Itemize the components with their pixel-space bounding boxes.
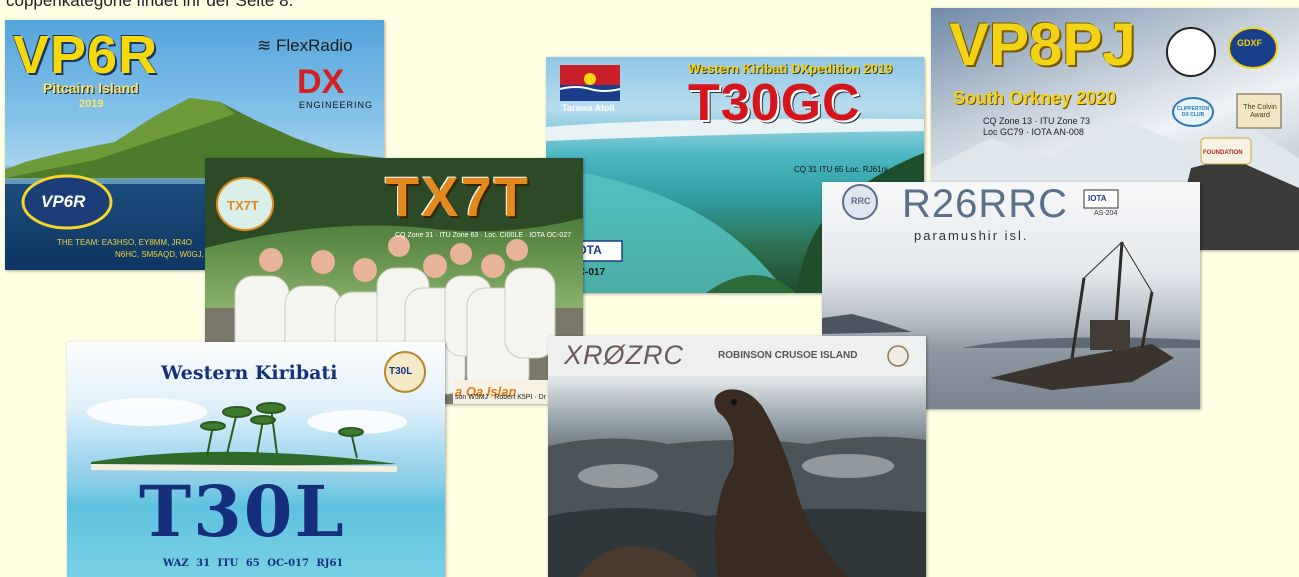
badge-clipperton: CLIPPERTON DX CLUB	[1176, 106, 1210, 118]
qsl-card-t30l: Western Kiribati T30L T30L WAZ 31 ITU 65…	[67, 342, 445, 577]
badge-callsign: VP6R	[41, 192, 86, 211]
year-label: 2019	[79, 98, 104, 110]
zones-block: CQ Zone 13 · ITU Zone 73 Loc GC79 · IOTA…	[983, 116, 1090, 138]
intro-text: copperikategorie findet ihr der Seite 8.	[6, 0, 294, 10]
badge-colvin: The Colvin Award	[1243, 104, 1277, 119]
callsign: R26RRC	[902, 182, 1069, 226]
sponsor-logo-flexradio: ≋ FlexRadio	[257, 36, 353, 56]
sponsor-logo-dx: DX	[297, 63, 345, 101]
location-label: paramushir isl.	[914, 228, 1029, 243]
sponsor-logo-subtitle: ENGINEERING	[299, 100, 374, 110]
card-header: Western Kiribati	[161, 362, 338, 384]
rrc-logo: RRC	[851, 196, 871, 206]
callsign: T30L	[139, 470, 346, 553]
location-label: Pitcairn Island	[43, 80, 139, 96]
iota-ref: AS-204	[1094, 210, 1118, 217]
callsign: TX7T	[385, 165, 530, 228]
sponsor-name: FlexRadio	[275, 36, 353, 55]
zones-line: CQ 31 ITU 65 Loc. RJ61ni	[794, 165, 888, 174]
subtitle: South Orkney 2020	[953, 88, 1117, 108]
zones-line: Loc GC79 · IOTA AN-008	[983, 127, 1084, 137]
team-line: THE TEAM: EA3HSO, EY8MM, JR4O	[57, 238, 192, 247]
badge-foundation: FOUNDATION	[1203, 150, 1243, 156]
callsign: VP6R	[13, 25, 159, 85]
zones-line: WAZ 31 ITU 65 OC-017 RJ61	[163, 558, 344, 569]
zones-line: CQ Zone 13 · ITU Zone 73	[983, 116, 1091, 126]
badge-gdxf: GDXF	[1237, 38, 1263, 48]
badge-callsign: T30L	[389, 366, 413, 377]
zones-line: CQ Zone 31 · ITU Zone 63 · Loc. CI00LE ·…	[395, 232, 572, 239]
flex-wave-icon: ≋	[257, 36, 272, 55]
qsl-card-xr0zrc: XRØZRC ROBINSON CRUSOE ISLAND	[548, 336, 926, 577]
location-label: Tarawa Atoll	[562, 103, 615, 113]
location-label: ROBINSON CRUSOE ISLAND	[718, 350, 858, 361]
callsign: T30GC	[688, 74, 861, 132]
iota-logo: IOTA	[1088, 194, 1107, 203]
callsign: VP8PJ	[949, 11, 1136, 78]
callsign: XRØZRC	[564, 340, 684, 370]
operators-line: son W5MJ · Robert K5PI · Dr Bo	[455, 394, 557, 401]
badge-callsign: TX7T	[227, 198, 259, 213]
sea-lion-photo	[548, 336, 926, 577]
team-line: N6HC, SM5AQD, W0GJ, V	[115, 250, 212, 259]
